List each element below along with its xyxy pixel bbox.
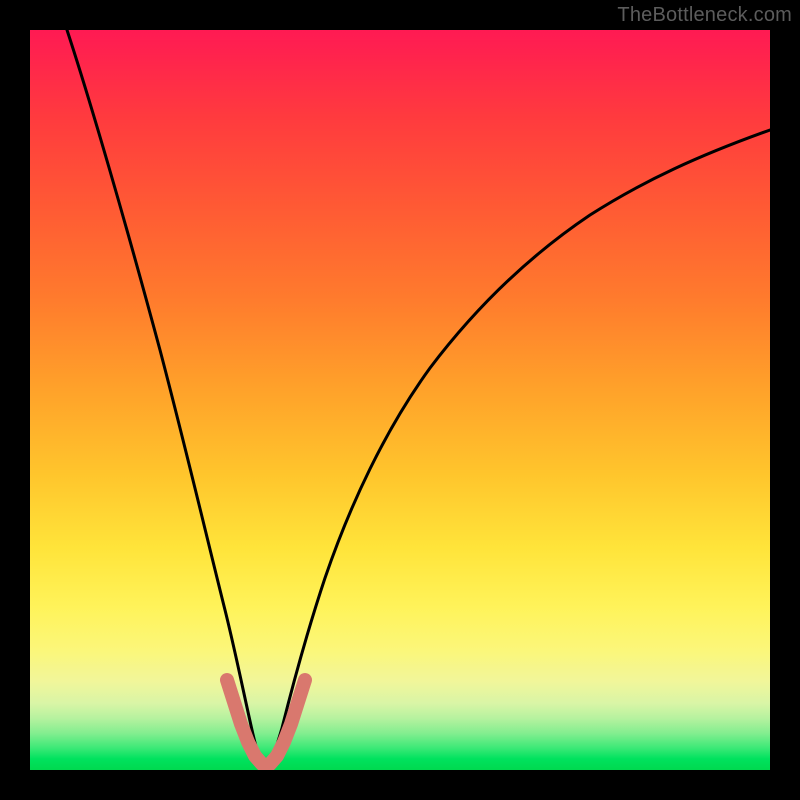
plot-area xyxy=(30,30,770,770)
bottleneck-curve xyxy=(67,30,770,767)
curve-svg xyxy=(30,30,770,770)
green-zone-marker xyxy=(227,680,305,767)
watermark-text: TheBottleneck.com xyxy=(617,4,792,27)
chart-frame: TheBottleneck.com xyxy=(0,0,800,800)
